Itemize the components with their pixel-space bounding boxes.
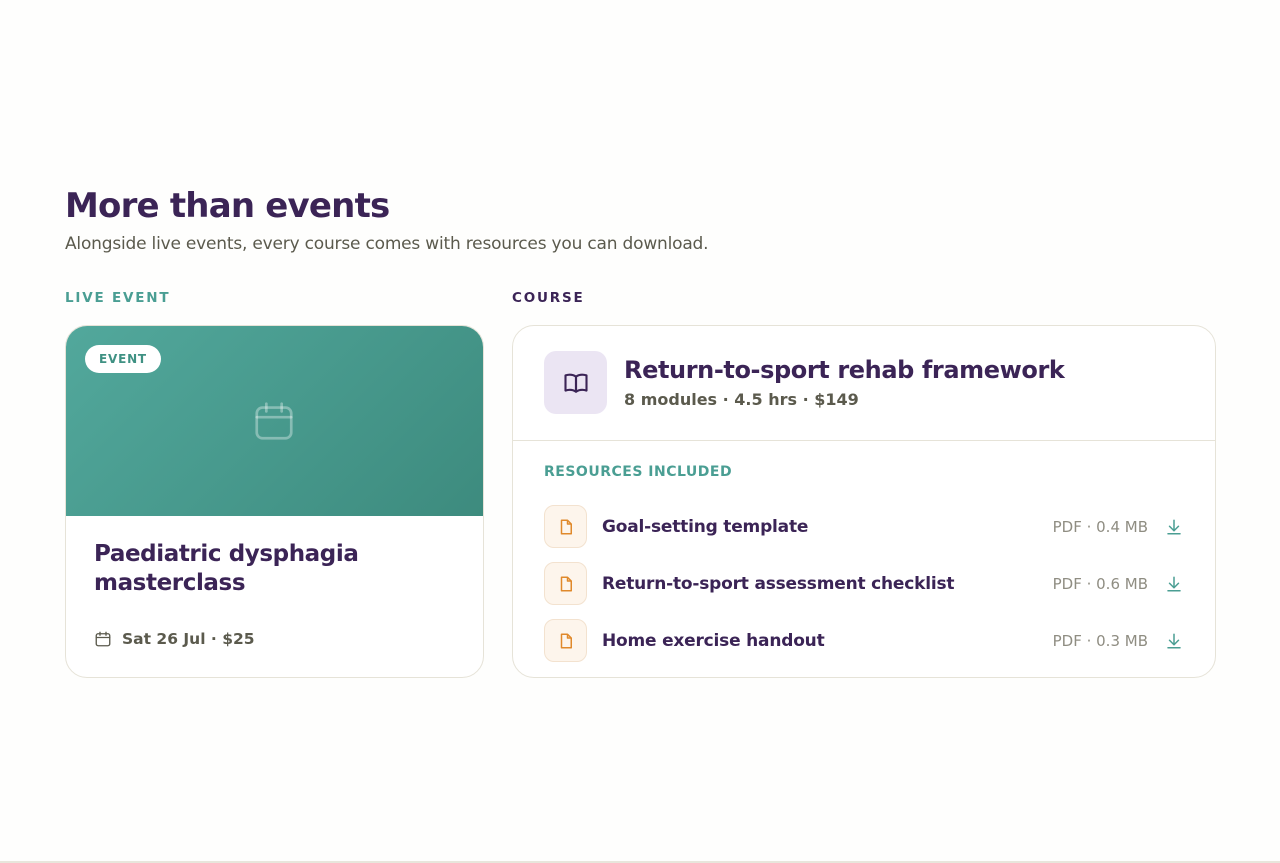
file-icon <box>560 633 572 648</box>
event-meta: Sat 26 Jul · $25 <box>94 630 255 648</box>
course-icon-tile <box>544 351 607 414</box>
calendar-icon <box>95 631 111 647</box>
live-event-label: LIVE EVENT <box>65 290 171 306</box>
resource-size: PDF · 0.3 MB <box>1052 631 1148 650</box>
more-than-events-section: More than events Alongside live events, … <box>65 186 1216 678</box>
calendar-icon <box>255 402 293 440</box>
resource-file-tile <box>544 505 587 548</box>
book-open-icon <box>563 373 588 393</box>
download-button[interactable] <box>1164 631 1184 651</box>
resource-name: Home exercise handout <box>602 630 825 651</box>
course-label: COURSE <box>512 290 585 306</box>
section-heading: More than events <box>65 186 390 226</box>
page: More than events Alongside live events, … <box>0 0 1280 863</box>
event-date-price: Sat 26 Jul · $25 <box>122 630 255 648</box>
download-icon <box>1167 576 1181 591</box>
event-card[interactable]: EVENT Paediatric dysphagia masterclass S… <box>65 325 484 678</box>
resources-label: RESOURCES INCLUDED <box>544 464 733 480</box>
course-card: Return-to-sport rehab framework 8 module… <box>512 325 1216 678</box>
resource-item[interactable]: Goal-setting template PDF · 0.4 MB <box>544 498 1184 555</box>
event-title[interactable]: Paediatric dysphagia masterclass <box>94 540 454 598</box>
course-title[interactable]: Return-to-sport rehab framework <box>624 356 1065 384</box>
resource-size: PDF · 0.4 MB <box>1052 517 1148 536</box>
download-button[interactable] <box>1164 517 1184 537</box>
download-icon <box>1167 519 1181 534</box>
file-icon <box>560 519 572 534</box>
resource-size: PDF · 0.6 MB <box>1052 574 1148 593</box>
resource-item[interactable]: Return-to-sport assessment checklist PDF… <box>544 555 1184 612</box>
download-button[interactable] <box>1164 574 1184 594</box>
file-icon <box>560 576 572 591</box>
section-subheading: Alongside live events, every course come… <box>65 234 709 254</box>
resource-file-tile <box>544 562 587 605</box>
event-badge: EVENT <box>85 345 161 373</box>
resource-list: Goal-setting template PDF · 0.4 MB Retur… <box>544 498 1184 669</box>
course-meta: 8 modules · 4.5 hrs · $149 <box>624 390 859 409</box>
resource-item[interactable]: Home exercise handout PDF · 0.3 MB <box>544 612 1184 669</box>
resource-name: Goal-setting template <box>602 516 809 537</box>
resource-file-tile <box>544 619 587 662</box>
download-icon <box>1167 633 1181 648</box>
resource-name: Return-to-sport assessment checklist <box>602 573 955 594</box>
course-header[interactable]: Return-to-sport rehab framework 8 module… <box>513 326 1215 441</box>
event-hero: EVENT <box>66 326 483 516</box>
